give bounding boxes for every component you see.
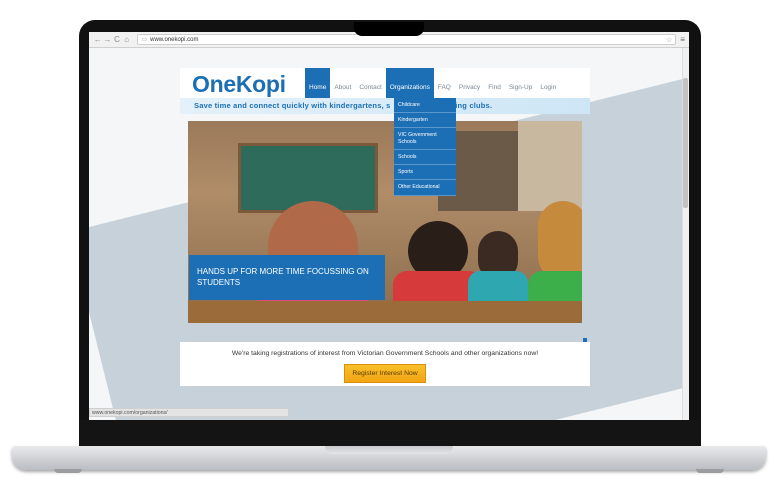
dropdown-item-other-educational[interactable]: Other Educational (394, 180, 456, 196)
laptop-foot-right (696, 469, 724, 473)
dropdown-item-sports[interactable]: Sports (394, 165, 456, 181)
hero-caption: HANDS UP FOR MORE TIME FOCUSSING ON STUD… (197, 267, 369, 288)
forward-icon[interactable]: → (103, 35, 113, 44)
tagline-left: Save time and connect quickly with kinde… (194, 101, 391, 110)
dropdown-item-vic-government-schools[interactable]: VIC Government Schools (394, 128, 456, 150)
site-logo[interactable]: OneKopi (192, 71, 286, 98)
dropdown-item-kindergarten[interactable]: Kindergarten (394, 113, 456, 129)
back-icon[interactable]: ← (93, 35, 103, 44)
menu-icon[interactable]: ≡ (680, 35, 685, 44)
nav-find[interactable]: Find (484, 68, 505, 98)
screen: ← → C ⌂ ▭ www.onekopi.com ☆ ≡ OneKopi Sa… (89, 32, 689, 420)
nav-organizations[interactable]: Organizations (385, 68, 434, 98)
cta-text: We're taking registrations of interest f… (231, 350, 539, 357)
bookmark-star-icon[interactable]: ☆ (666, 36, 672, 44)
reload-icon[interactable]: C (112, 35, 122, 44)
scrollbar[interactable] (682, 48, 689, 420)
nav-about[interactable]: About (330, 68, 355, 98)
camera-notch (354, 22, 424, 36)
nav-faq[interactable]: FAQ (434, 68, 455, 98)
nav-sign-up[interactable]: Sign-Up (505, 68, 536, 98)
laptop-foot-left (54, 469, 82, 473)
nav-contact[interactable]: Contact (355, 68, 385, 98)
student-figure (538, 201, 582, 281)
main-nav: Home About Contact Organizations FAQ Pri… (305, 68, 560, 98)
organizations-dropdown: Childcare Kindergarten VIC Government Sc… (394, 98, 456, 196)
page-icon: ▭ (141, 37, 148, 43)
dropdown-item-schools[interactable]: Schools (394, 150, 456, 166)
laptop-base-notch (325, 446, 453, 454)
nav-privacy[interactable]: Privacy (455, 68, 484, 98)
site-header: OneKopi Save time and connect quickly wi… (180, 68, 590, 114)
address-text: www.onekopi.com (150, 36, 199, 43)
dropdown-item-childcare[interactable]: Childcare (394, 98, 456, 114)
scrollbar-thumb[interactable] (683, 78, 688, 208)
home-icon[interactable]: ⌂ (122, 35, 132, 44)
register-interest-button[interactable]: Register Interest Now (344, 364, 426, 383)
status-bar: www.onekopi.com/organizations/ (89, 408, 289, 417)
desk (188, 301, 582, 323)
nav-login[interactable]: Login (536, 68, 560, 98)
nav-home[interactable]: Home (305, 68, 331, 98)
tagline-right: ting clubs. (452, 101, 493, 110)
site-container: OneKopi Save time and connect quickly wi… (180, 68, 590, 386)
window (518, 121, 582, 211)
cta-panel: We're taking registrations of interest f… (180, 342, 590, 386)
